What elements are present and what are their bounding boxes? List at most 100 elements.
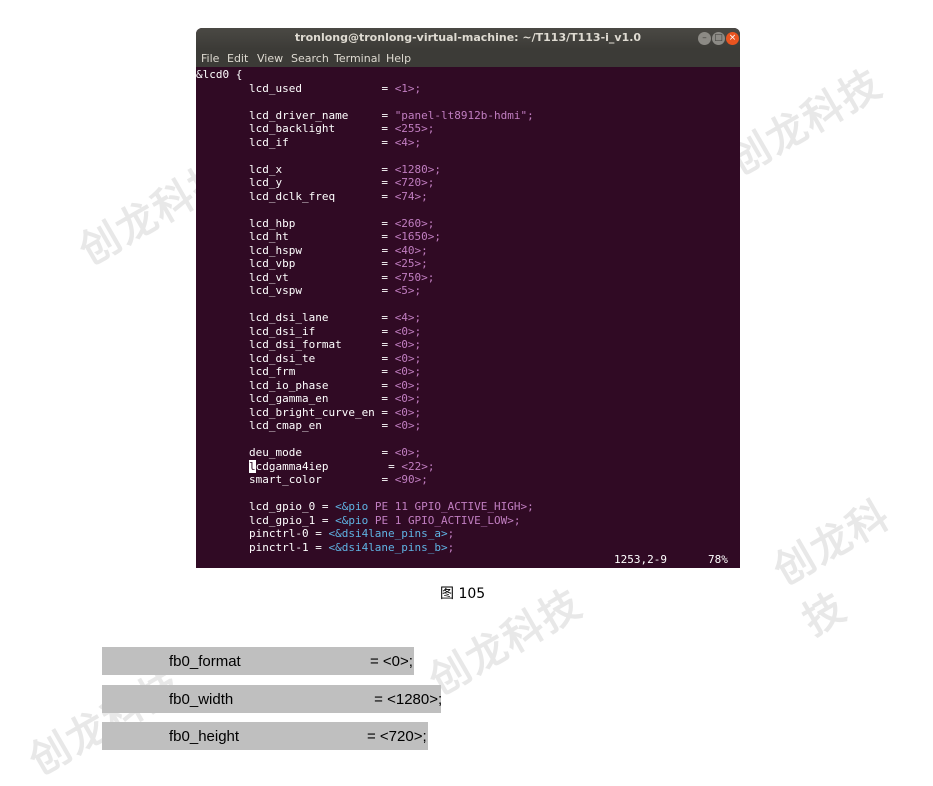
- code-value: <0>;: [394, 405, 422, 419]
- code-value: <22>;: [401, 459, 435, 473]
- code-line: lcd_dsi_if = <0>;: [196, 325, 421, 338]
- code-area[interactable]: &lcd0 { lcd_used = <1>; lcd_driver_name …: [196, 68, 740, 556]
- code-key: lcd_hbp: [196, 216, 296, 230]
- code-line: pinctrl-0 = <&dsi4lane_pins_a>;: [196, 527, 454, 540]
- code-line: lcd_vbp = <25>;: [196, 257, 428, 270]
- param-value: = <1280>;: [370, 691, 443, 708]
- code-value: <0>;: [394, 392, 422, 405]
- code-value: <0>;: [394, 324, 422, 338]
- menu-bar: File Edit View Search Terminal Help: [196, 49, 740, 67]
- code-line: lcd_vspw = <5>;: [196, 284, 421, 297]
- maximize-button[interactable]: □: [712, 32, 725, 45]
- code-key: lcd_vt: [196, 270, 289, 284]
- code-equals: =: [288, 270, 395, 284]
- watermark-text: 创龙科技: [721, 60, 891, 185]
- minimize-button[interactable]: –: [698, 32, 711, 45]
- code-line: lcd_hbp = <260>;: [196, 217, 434, 230]
- code-key: lcd_if: [196, 135, 289, 149]
- code-equals: =: [321, 473, 395, 486]
- code-value: <74>;: [394, 189, 428, 203]
- code-equals: =: [328, 378, 395, 392]
- code-equals: =: [288, 230, 395, 243]
- code-line: lcd_gpio_1 = <&pio PE 1 GPIO_ACTIVE_LOW>…: [196, 514, 521, 527]
- cursor-position: 1253,2-9: [614, 553, 667, 566]
- code-line: lcd_x = <1280>;: [196, 163, 441, 176]
- code-line: lcd_driver_name = "panel-lt8912b-hdmi";: [196, 109, 534, 122]
- code-value: <260>;: [394, 216, 435, 230]
- code-value: <1650>;: [394, 230, 442, 243]
- code-key: &lcd0 {: [196, 68, 243, 81]
- code-line: lcd_bright_curve_en = <0>;: [196, 406, 421, 419]
- code-key: lcd_gpio_1 =: [196, 513, 336, 527]
- code-value: <4>;: [394, 311, 422, 324]
- code-value: <0>;: [394, 338, 422, 351]
- status-bar: 1253,2-9 78%: [196, 553, 740, 567]
- code-line: lcdgamma4iep = <22>;: [196, 459, 435, 473]
- code-line: &lcd0 {: [196, 68, 242, 81]
- figure-caption: 图 105: [440, 586, 486, 602]
- code-line: lcd_vt = <750>;: [196, 271, 434, 284]
- menu-file[interactable]: File: [201, 52, 219, 65]
- code-line: lcd_dsi_te = <0>;: [196, 352, 421, 365]
- code-key: lcd_y: [196, 176, 283, 189]
- menu-view[interactable]: View: [257, 52, 283, 65]
- scroll-percent: 78%: [708, 553, 728, 566]
- code-equals: =: [301, 81, 395, 95]
- code-equals: =: [315, 351, 395, 365]
- code-equals: =: [335, 122, 395, 135]
- code-key: lcd_dsi_format: [196, 338, 342, 351]
- code-equals: =: [341, 338, 395, 351]
- code-line: deu_mode = <0>;: [196, 446, 421, 459]
- code-key: lcd_ht: [196, 230, 289, 243]
- code-equals: =: [328, 392, 395, 405]
- code-line: lcd_dclk_freq = <74>;: [196, 190, 428, 203]
- code-key: lcd_vbp: [196, 257, 296, 270]
- code-line: lcd_used = <1>;: [196, 82, 421, 95]
- code-line: smart_color = <90>;: [196, 473, 428, 486]
- close-button[interactable]: ×: [726, 32, 739, 45]
- menu-terminal[interactable]: Terminal: [334, 52, 381, 65]
- code-line: lcd_io_phase = <0>;: [196, 379, 421, 392]
- code-key: lcd_io_phase: [196, 378, 329, 392]
- terminal-window[interactable]: tronlong@tronlong-virtual-machine: ~/T11…: [196, 28, 740, 568]
- code-line: lcd_hspw = <40>;: [196, 244, 428, 257]
- code-reference: <&dsi4lane_pins_b>: [328, 540, 448, 554]
- code-equals: =: [374, 405, 395, 419]
- code-value: <5>;: [394, 284, 422, 297]
- code-equals: =: [288, 135, 395, 149]
- code-value: <0>;: [394, 419, 422, 432]
- code-key: lcd_cmap_en: [196, 419, 322, 432]
- code-line: lcd_y = <720>;: [196, 176, 434, 189]
- code-key: lcd_dclk_freq: [196, 189, 336, 203]
- code-equals: =: [328, 459, 402, 473]
- code-value: <1280>;: [394, 162, 442, 176]
- code-reference: <&dsi4lane_pins_a>: [328, 527, 448, 540]
- highlight-row: fb0_width = <1280>;: [102, 685, 443, 713]
- code-equals: =: [315, 324, 395, 338]
- code-value: "panel-lt8912b-hdmi";: [394, 108, 534, 122]
- code-equals: =: [321, 419, 395, 432]
- menu-help[interactable]: Help: [386, 52, 411, 65]
- code-key: lcd_driver_name: [196, 108, 349, 122]
- highlight-row: fb0_height = <720>;: [102, 722, 428, 750]
- code-value: <750>;: [394, 270, 435, 284]
- code-key: smart_color: [196, 473, 322, 486]
- menu-search[interactable]: Search: [291, 52, 329, 65]
- code-key: lcd_backlight: [196, 122, 336, 135]
- code-line: lcd_ht = <1650>;: [196, 230, 441, 243]
- title-bar[interactable]: tronlong@tronlong-virtual-machine: ~/T11…: [196, 28, 740, 49]
- code-key: lcd_bright_curve_en: [196, 405, 375, 419]
- code-value: <4>;: [394, 135, 422, 149]
- code-equals: =: [295, 216, 395, 230]
- code-reference: <&pio: [335, 513, 369, 527]
- code-value: <720>;: [394, 176, 435, 189]
- code-value: <40>;: [394, 243, 428, 257]
- param-value: = <720>;: [367, 728, 427, 745]
- code-value: <255>;: [394, 122, 435, 135]
- code-key: pinctrl-1 =: [196, 540, 329, 554]
- param-value: = <0>;: [370, 653, 413, 670]
- menu-edit[interactable]: Edit: [227, 52, 248, 65]
- code-value: PE 11 GPIO_ACTIVE_HIGH>;: [368, 500, 534, 513]
- code-key: lcd_frm: [196, 365, 296, 378]
